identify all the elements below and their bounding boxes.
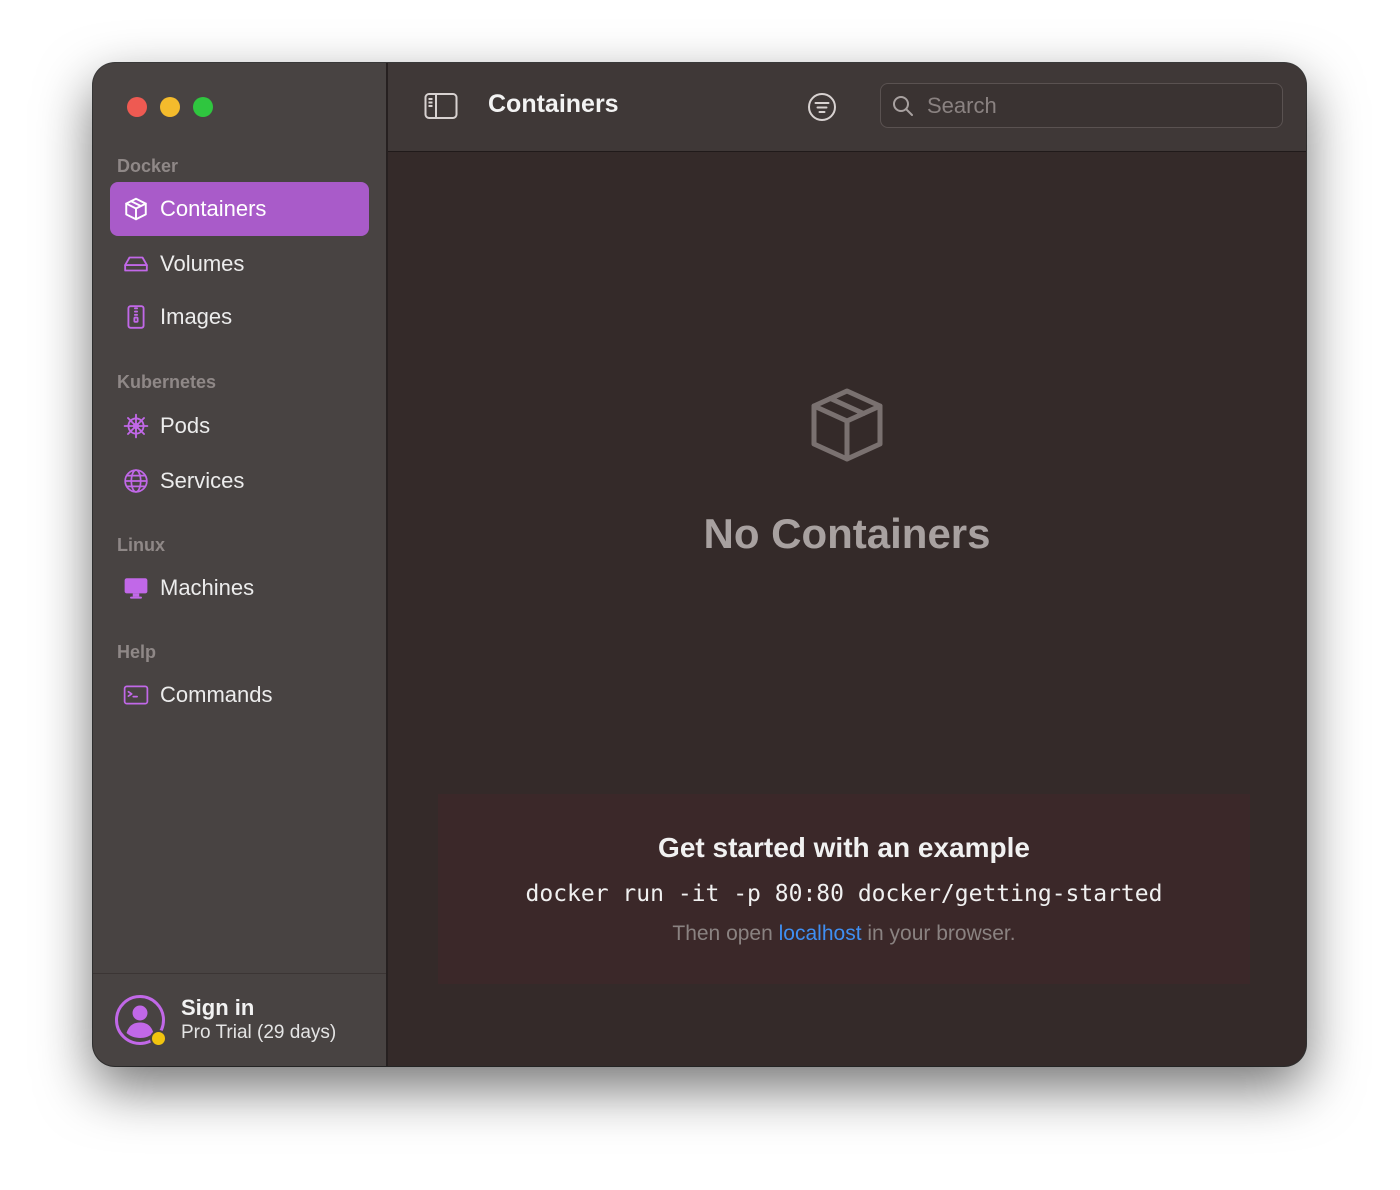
section-title-docker: Docker (117, 156, 179, 176)
sidebar-item-label: Containers (160, 196, 267, 221)
sidebar-item-images[interactable]: Images (110, 290, 369, 344)
toggle-sidebar-button[interactable] (424, 92, 458, 120)
archive-icon (123, 304, 149, 330)
sign-in-title: Sign in (181, 995, 255, 1020)
sidebar-item-volumes[interactable]: Volumes (110, 237, 369, 291)
cube-icon (123, 196, 149, 222)
example-hint: Then open localhost in your browser. (438, 922, 1250, 946)
terminal-icon (123, 682, 149, 708)
app-window: Docker Containers Volumes Images Kuberne… (93, 63, 1306, 1066)
zoom-window-button[interactable] (193, 97, 213, 117)
sidebar-item-label: Images (160, 304, 233, 329)
sidebar-item-label: Volumes (160, 251, 245, 276)
sidebar-item-machines[interactable]: Machines (110, 561, 369, 615)
close-window-button[interactable] (127, 97, 147, 117)
section-title-linux: Linux (117, 535, 165, 555)
traffic-lights (127, 97, 213, 117)
localhost-link[interactable]: localhost (779, 922, 862, 945)
sidebar: Docker Containers Volumes Images Kuberne… (93, 63, 388, 1066)
example-title: Get started with an example (658, 832, 1030, 863)
search-input[interactable] (925, 91, 1269, 120)
avatar (114, 994, 167, 1047)
sidebar-item-containers[interactable]: Containers (110, 182, 369, 236)
helm-wheel-icon (123, 413, 149, 439)
sidebar-toggle-icon (424, 93, 458, 119)
globe-icon (123, 468, 149, 494)
sidebar-item-label: Services (160, 468, 245, 493)
filter-button[interactable] (806, 91, 838, 123)
main-content: No Containers Get started with an exampl… (388, 152, 1306, 1066)
section-title-kubernetes: Kubernetes (117, 372, 217, 392)
search-field[interactable] (880, 83, 1283, 128)
sidebar-item-pods[interactable]: Pods (110, 399, 369, 453)
drive-icon (123, 251, 149, 277)
trial-status-text: Pro Trial (29 days) (181, 1022, 337, 1043)
trial-status-badge (150, 1030, 167, 1047)
hint-prefix: Then open (672, 922, 773, 945)
minimize-window-button[interactable] (160, 97, 180, 117)
sidebar-item-label: Machines (160, 575, 255, 600)
sidebar-item-label: Pods (160, 413, 211, 438)
empty-state-title: No Containers (703, 510, 991, 557)
toolbar: Containers (388, 63, 1306, 152)
cube-icon (811, 388, 883, 462)
sidebar-item-commands[interactable]: Commands (110, 668, 369, 722)
display-icon (123, 575, 149, 601)
search-icon (893, 95, 913, 116)
section-title-help: Help (117, 642, 157, 662)
sidebar-item-label: Commands (160, 682, 273, 707)
page-title: Containers (488, 90, 619, 118)
filter-icon (808, 93, 836, 121)
sign-in-button[interactable]: Sign in Pro Trial (29 days) (93, 973, 386, 1066)
example-card: Get started with an example docker run -… (438, 794, 1250, 984)
example-command[interactable]: docker run -it -p 80:80 docker/getting-s… (438, 881, 1250, 907)
hint-suffix: in your browser. (867, 922, 1016, 945)
sidebar-item-services[interactable]: Services (110, 454, 369, 508)
